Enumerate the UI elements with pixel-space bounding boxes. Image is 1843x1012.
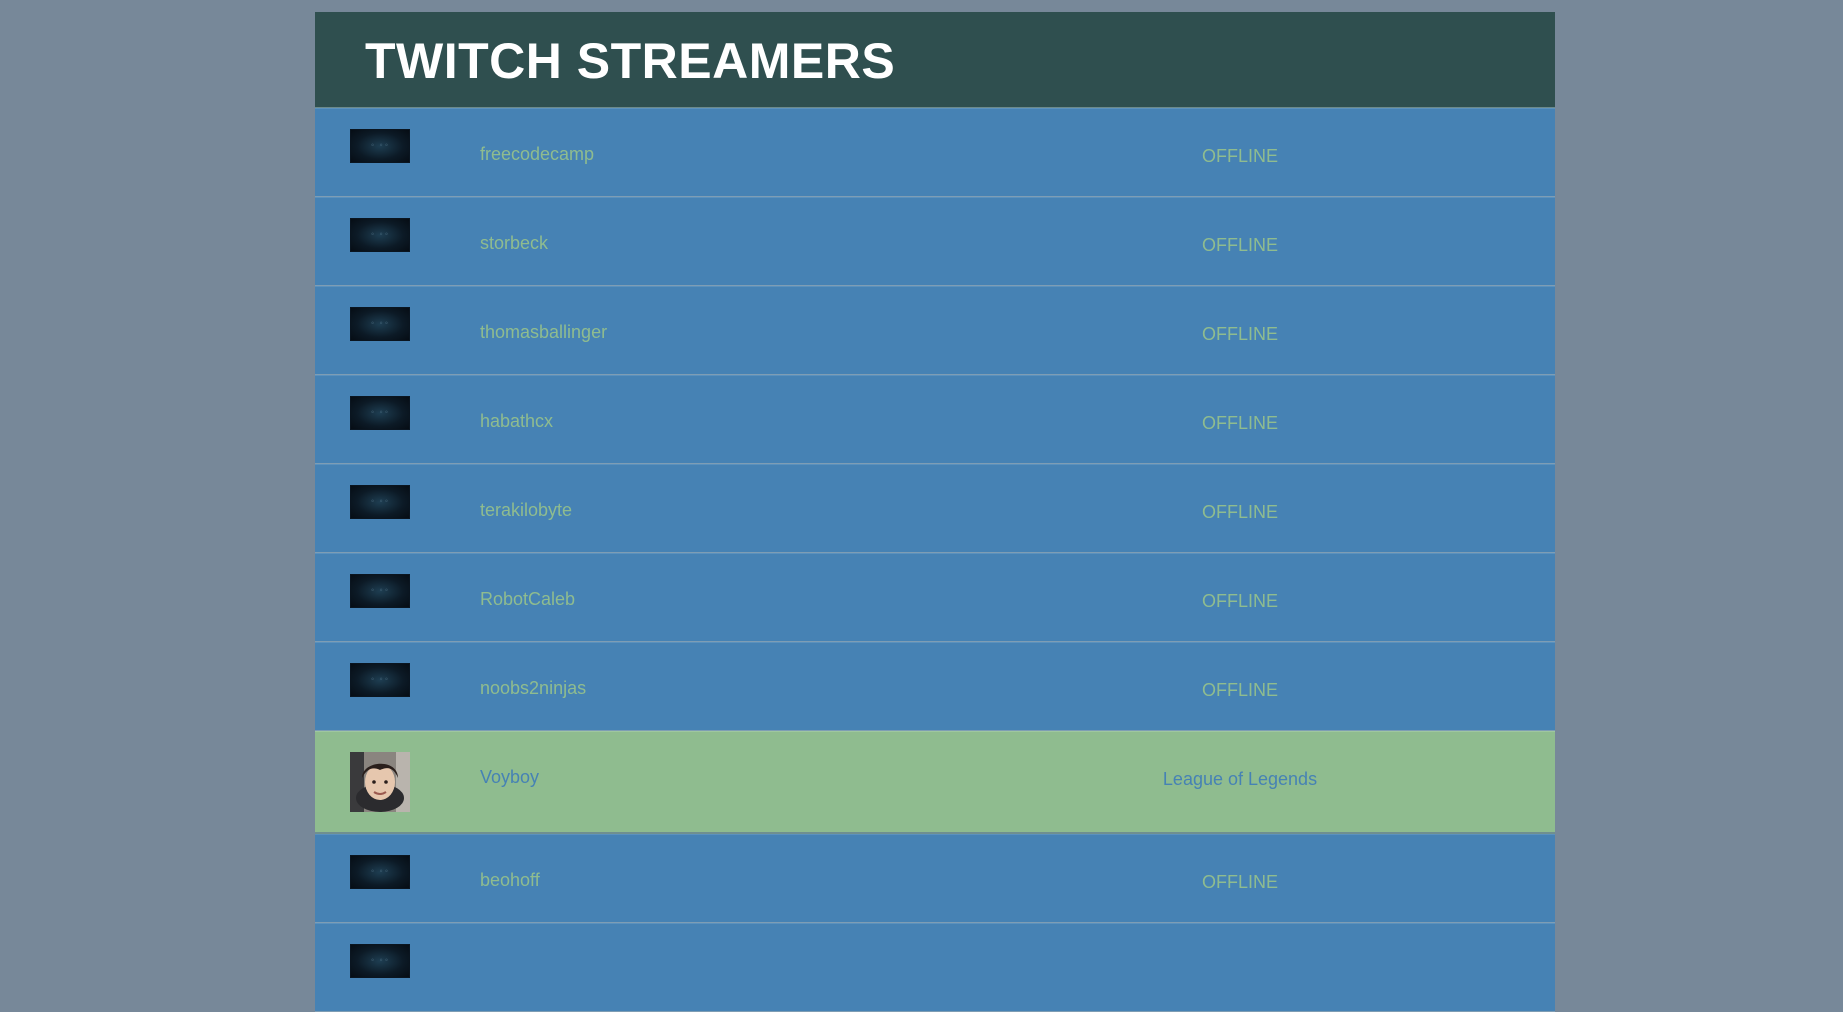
page-title: TWITCH STREAMERS: [365, 33, 896, 89]
page-header: TWITCH STREAMERS: [315, 12, 1555, 108]
stream-status-game-link[interactable]: League of Legends: [1085, 769, 1395, 790]
twitch-offline-logo-icon[interactable]: ∘ ∘∘: [350, 307, 410, 341]
twitch-offline-logo-icon[interactable]: ∘ ∘∘: [350, 574, 410, 608]
stream-status: OFFLINE: [1201, 324, 1278, 344]
stream-status: OFFLINE: [1201, 591, 1278, 611]
streamer-row[interactable]: ∘ ∘∘: [315, 923, 1555, 1012]
streamer-name-link[interactable]: beohoff: [480, 870, 540, 891]
twitch-offline-logo-icon[interactable]: ∘ ∘∘: [350, 663, 410, 697]
stream-status: OFFLINE: [1201, 146, 1278, 166]
streamers-app: TWITCH STREAMERS ∘ ∘∘ freecodecamp OFFLI…: [315, 12, 1555, 1012]
twitch-offline-logo-icon[interactable]: ∘ ∘∘: [350, 944, 410, 978]
streamer-row[interactable]: ∘ ∘∘ RobotCaleb OFFLINE: [315, 553, 1555, 642]
twitch-offline-logo-icon[interactable]: ∘ ∘∘: [350, 129, 410, 163]
twitch-offline-logo-icon[interactable]: ∘ ∘∘: [350, 218, 410, 252]
streamer-name-link[interactable]: habathcx: [480, 411, 553, 432]
streamer-row-online[interactable]: Voyboy League of Legends: [315, 731, 1555, 834]
streamer-row[interactable]: ∘ ∘∘ habathcx OFFLINE: [315, 375, 1555, 464]
streamer-name-link[interactable]: freecodecamp: [480, 144, 594, 165]
twitch-offline-logo-icon[interactable]: ∘ ∘∘: [350, 396, 410, 430]
twitch-offline-logo-icon[interactable]: ∘ ∘∘: [350, 855, 410, 889]
streamer-row[interactable]: ∘ ∘∘ thomasballinger OFFLINE: [315, 286, 1555, 375]
streamer-name-link[interactable]: noobs2ninjas: [480, 678, 586, 699]
stream-status: OFFLINE: [1201, 235, 1278, 255]
streamer-name-link[interactable]: terakilobyte: [480, 500, 572, 521]
streamer-row[interactable]: ∘ ∘∘ terakilobyte OFFLINE: [315, 464, 1555, 553]
streamer-name-link[interactable]: storbeck: [480, 233, 548, 254]
streamer-row[interactable]: ∘ ∘∘ beohoff OFFLINE: [315, 834, 1555, 923]
streamer-row[interactable]: ∘ ∘∘ freecodecamp OFFLINE: [315, 108, 1555, 197]
twitch-offline-logo-icon[interactable]: ∘ ∘∘: [350, 485, 410, 519]
streamer-list: ∘ ∘∘ freecodecamp OFFLINE ∘ ∘∘ storbeck …: [315, 108, 1555, 1012]
stream-status: OFFLINE: [1201, 502, 1278, 522]
stream-status: OFFLINE: [1201, 680, 1278, 700]
streamer-name-link[interactable]: Voyboy: [480, 767, 539, 788]
streamer-row[interactable]: ∘ ∘∘ noobs2ninjas OFFLINE: [315, 642, 1555, 731]
stream-status: OFFLINE: [1201, 413, 1278, 433]
avatar-face-icon: [350, 752, 410, 812]
stream-status: OFFLINE: [1201, 872, 1278, 892]
streamer-avatar-icon[interactable]: [350, 752, 410, 812]
streamer-name-link[interactable]: thomasballinger: [480, 322, 607, 343]
streamer-name-link[interactable]: RobotCaleb: [480, 589, 575, 610]
streamer-row[interactable]: ∘ ∘∘ storbeck OFFLINE: [315, 197, 1555, 286]
